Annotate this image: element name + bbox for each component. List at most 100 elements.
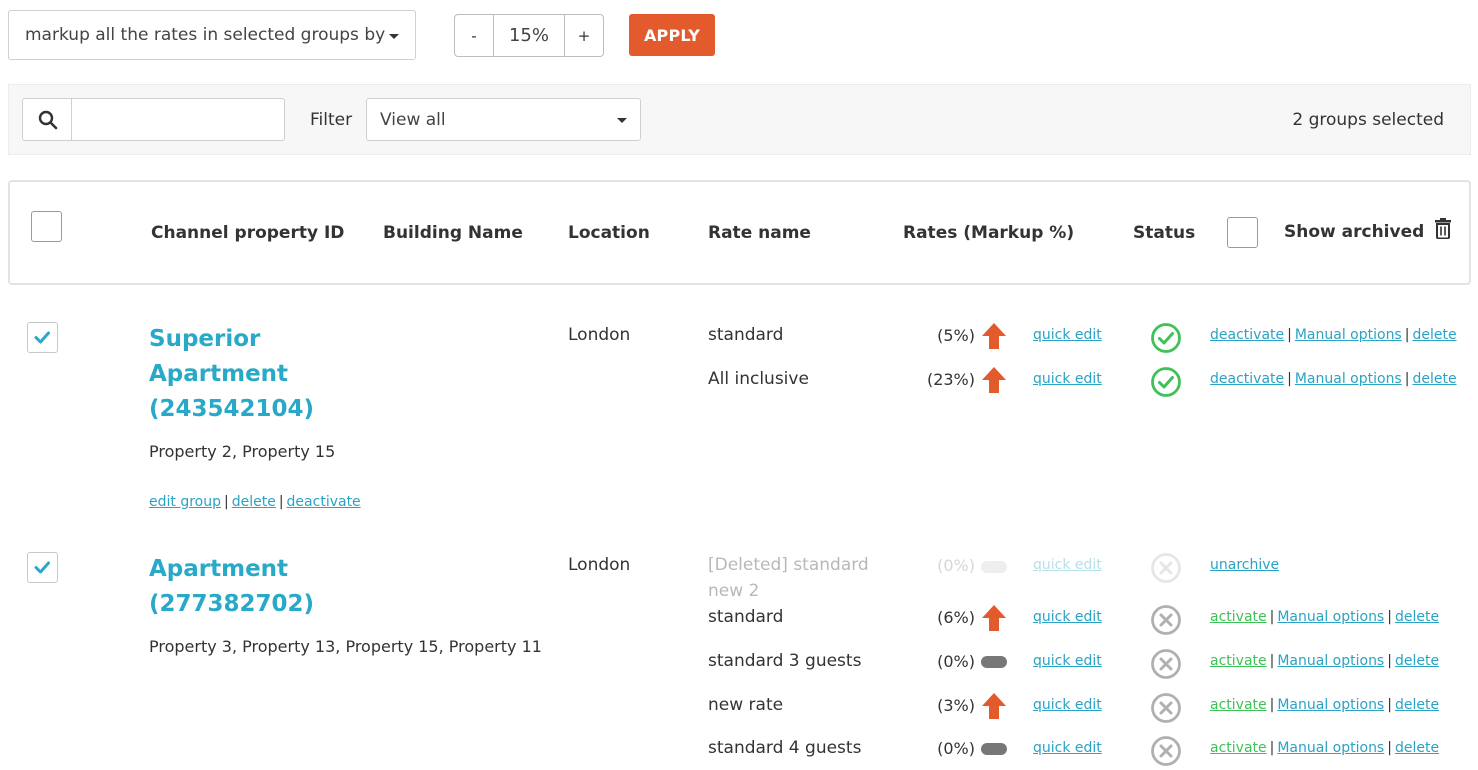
apply-button[interactable]: APPLY (629, 14, 715, 56)
quick-edit-link[interactable]: quick edit (1033, 371, 1102, 387)
quick-edit-link[interactable]: quick edit (1033, 653, 1102, 669)
rate-markup: (0%) (937, 739, 975, 758)
rate-actions: activate | Manual options | delete (1210, 740, 1440, 756)
flat-indicator-icon (981, 561, 1007, 573)
col-location[interactable]: Location (568, 223, 650, 243)
arrow-up-icon (982, 693, 1006, 719)
select-all-checkbox[interactable] (31, 211, 62, 242)
group-links: edit group | delete | deactivate (149, 494, 361, 510)
increment-button[interactable]: + (565, 15, 603, 56)
filter-bar: Filter View all 2 groups selected (8, 84, 1471, 155)
search-input[interactable] (71, 98, 285, 141)
rate-actions: unarchive (1210, 557, 1279, 573)
quick-edit-link[interactable]: quick edit (1033, 740, 1102, 756)
rate-name: [Deleted] standard new 2 (708, 555, 869, 601)
unarchive-link[interactable]: unarchive (1210, 557, 1279, 573)
rate-markup: (0%) (937, 652, 975, 671)
rate-actions: activate | Manual options | delete (1210, 653, 1440, 669)
x-circle-icon (1151, 649, 1181, 679)
filter-select[interactable]: View all (366, 98, 641, 141)
x-circle-icon (1151, 736, 1181, 766)
filter-value: View all (380, 109, 446, 130)
checkmark-icon (34, 331, 50, 344)
group-checkbox[interactable] (27, 322, 58, 353)
activate-link[interactable]: activate (1210, 609, 1267, 625)
x-circle-icon (1151, 605, 1181, 635)
search-button[interactable] (22, 98, 72, 141)
chevron-down-icon (617, 118, 627, 123)
rate-markup: (6%) (937, 608, 975, 627)
rate-markup: (23%) (926, 370, 975, 389)
delete-link[interactable]: delete (1395, 653, 1439, 669)
rate-markup: (5%) (937, 326, 975, 345)
decrement-button[interactable]: - (455, 15, 493, 56)
col-rate-name[interactable]: Rate name (708, 223, 811, 243)
rate-actions: deactivate | Manual options | delete (1210, 371, 1457, 387)
rate-name: standard (708, 607, 784, 627)
manual-options-link[interactable]: Manual options (1295, 371, 1402, 387)
delete-link[interactable]: delete (1412, 327, 1456, 343)
table-header: Channel property ID Building Name Locati… (8, 180, 1471, 285)
activate-link[interactable]: activate (1210, 740, 1267, 756)
filter-label: Filter (310, 110, 353, 130)
activate-link[interactable]: activate (1210, 697, 1267, 713)
arrow-up-icon (982, 323, 1006, 349)
selected-count: 2 groups selected (1292, 110, 1444, 130)
arrow-up-icon (982, 367, 1006, 393)
group-location: London (568, 555, 631, 575)
x-circle-icon (1151, 693, 1181, 723)
delete-link[interactable]: delete (1395, 697, 1439, 713)
bulk-action-select[interactable]: markup all the rates in selected groups … (8, 10, 416, 60)
search-icon (38, 110, 57, 129)
bulk-action-value: markup all the rates in selected groups … (25, 25, 386, 45)
col-building-name[interactable]: Building Name (383, 223, 523, 243)
group-title[interactable]: Superior Apartment (243542104) (149, 322, 324, 427)
rate-name: standard (708, 325, 784, 345)
group-properties: Property 3, Property 13, Property 15, Pr… (149, 637, 542, 656)
check-circle-icon (1151, 323, 1181, 353)
rate-name: standard 4 guests (708, 738, 862, 758)
percent-stepper: - 15% + (454, 14, 604, 57)
group-checkbox[interactable] (27, 552, 58, 583)
delete-group-link[interactable]: delete (232, 494, 276, 510)
delete-link[interactable]: delete (1412, 371, 1456, 387)
rate-actions: activate | Manual options | delete (1210, 609, 1440, 625)
edit-group-link[interactable]: edit group (149, 494, 221, 510)
quick-edit-link[interactable]: quick edit (1033, 327, 1102, 343)
manual-options-link[interactable]: Manual options (1295, 327, 1402, 343)
col-channel-property-id[interactable]: Channel property ID (151, 223, 344, 243)
percent-input[interactable]: 15% (493, 15, 565, 56)
manual-options-link[interactable]: Manual options (1277, 740, 1384, 756)
checkmark-icon (34, 561, 50, 574)
rate-actions: activate | Manual options | delete (1210, 697, 1440, 713)
check-circle-icon (1151, 367, 1181, 397)
deactivate-link[interactable]: deactivate (1210, 371, 1284, 387)
group-location: London (568, 325, 631, 345)
rate-actions: deactivate | Manual options | delete (1210, 327, 1457, 343)
col-status[interactable]: Status (1133, 223, 1195, 243)
show-archived-checkbox[interactable] (1227, 217, 1258, 248)
trash-icon[interactable] (1434, 217, 1452, 239)
x-circle-icon (1151, 553, 1181, 583)
deactivate-link[interactable]: deactivate (1210, 327, 1284, 343)
quick-edit-link[interactable]: quick edit (1033, 609, 1102, 625)
manual-options-link[interactable]: Manual options (1277, 653, 1384, 669)
col-rates-markup[interactable]: Rates (Markup %) (903, 223, 1074, 243)
flat-indicator-icon (981, 743, 1007, 755)
activate-link[interactable]: activate (1210, 653, 1267, 669)
delete-link[interactable]: delete (1395, 609, 1439, 625)
group-title[interactable]: Apartment (277382702) (149, 552, 324, 622)
quick-edit-link[interactable]: quick edit (1033, 697, 1102, 713)
manual-options-link[interactable]: Manual options (1277, 609, 1384, 625)
manual-options-link[interactable]: Manual options (1277, 697, 1384, 713)
quick-edit-link[interactable]: quick edit (1033, 557, 1102, 573)
chevron-down-icon (389, 34, 399, 39)
delete-link[interactable]: delete (1395, 740, 1439, 756)
rate-markup: (0%) (937, 556, 975, 575)
flat-indicator-icon (981, 656, 1007, 668)
deactivate-group-link[interactable]: deactivate (287, 494, 361, 510)
arrow-up-icon (982, 605, 1006, 631)
group-properties: Property 2, Property 15 (149, 442, 336, 461)
show-archived-label: Show archived (1284, 222, 1425, 242)
rate-name: All inclusive (708, 369, 809, 389)
